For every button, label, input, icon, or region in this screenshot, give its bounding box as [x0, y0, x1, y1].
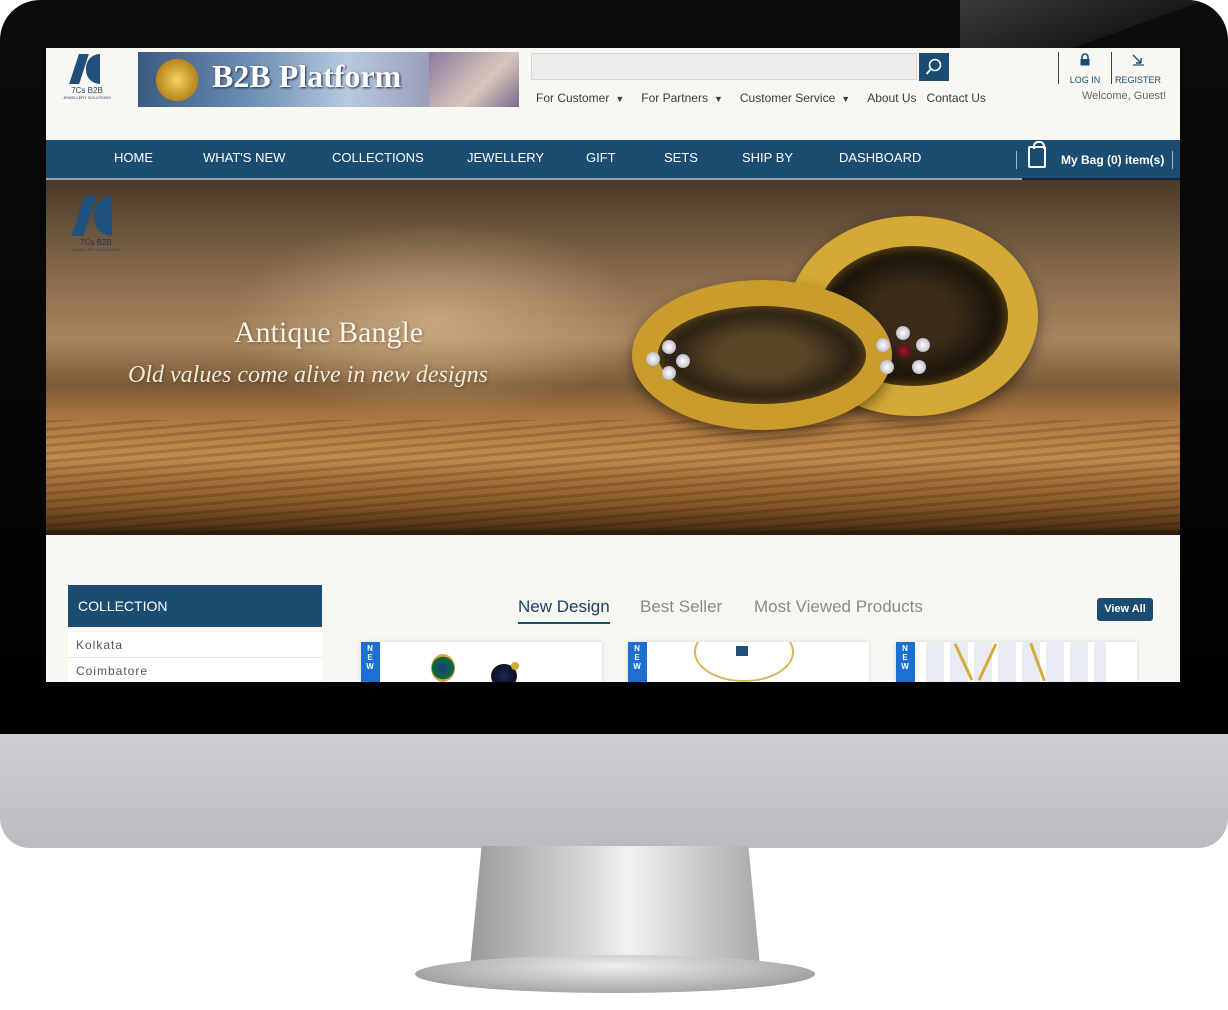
bezel-reflection	[960, 0, 1228, 50]
ring-hand-image	[429, 52, 519, 107]
top-link-for-partners[interactable]: For Partners ▼	[641, 91, 723, 105]
monitor-stand-base	[415, 955, 815, 993]
login-label: LOG IN	[1069, 75, 1101, 85]
bag-divider	[1172, 151, 1173, 169]
watermark-logo-icon	[736, 646, 748, 656]
top-link-contact-us[interactable]: Contact Us	[927, 91, 986, 105]
new-badge-label: NEW	[901, 644, 909, 671]
new-badge: NEW	[628, 642, 647, 682]
top-link-for-customer[interactable]: For Customer ▼	[536, 91, 624, 105]
kundan-stone-icon	[662, 366, 676, 380]
top-link-customer-service[interactable]: Customer Service ▼	[740, 91, 850, 105]
new-badge-label: NEW	[633, 644, 641, 671]
gold-bangle-image	[632, 280, 892, 430]
collection-item-coimbatore[interactable]: Coimbatore	[68, 658, 322, 682]
b2b-platform-banner[interactable]: B2B Platform	[138, 52, 519, 107]
nav-item-whats-new[interactable]: WHAT'S NEW	[203, 150, 285, 165]
dropdown-caret-icon: ▼	[713, 94, 723, 104]
watermark-pattern	[926, 642, 1106, 682]
kundan-stone-icon	[662, 340, 676, 354]
hero-logo-text: 7Cs B2B	[80, 238, 112, 247]
website-screen: 7Cs B2B JEWELLERY SOLUTIONS B2B Platform…	[46, 48, 1180, 682]
top-link-label: For Customer	[536, 91, 610, 105]
collection-heading-label: COLLECTION	[78, 598, 168, 614]
kundan-stone-icon	[916, 338, 930, 352]
top-link-about-us[interactable]: About Us	[867, 91, 916, 105]
logo-text: 7Cs B2B	[71, 86, 103, 95]
register-edit-icon	[1132, 54, 1144, 66]
dropdown-caret-icon: ▼	[615, 94, 625, 104]
lock-icon	[1080, 53, 1090, 66]
hero-slide[interactable]: 7Cs B2B JEWELLERY SOLUTIONS Antique Bang…	[46, 180, 1180, 535]
nav-item-collections[interactable]: COLLECTIONS	[332, 150, 424, 165]
view-all-button[interactable]: View All	[1097, 598, 1153, 621]
top-link-label: For Partners	[641, 91, 708, 105]
new-badge-label: NEW	[366, 644, 374, 671]
product-card[interactable]: NEW	[896, 642, 1137, 682]
kundan-stone-icon	[912, 360, 926, 374]
nav-item-jewellery[interactable]: JEWELLERY	[467, 150, 544, 165]
ruby-stone-icon	[897, 344, 911, 358]
monitor-stand-neck	[470, 846, 760, 966]
bag-label: My Bag (0) item(s)	[1061, 153, 1165, 167]
logo-subtext: JEWELLERY SOLUTIONS	[63, 95, 111, 100]
nav-item-ship-by[interactable]: SHIP BY	[742, 150, 793, 165]
top-link-label: Customer Service	[739, 91, 836, 105]
necklace-pendant-image	[152, 56, 202, 104]
wood-table-image	[46, 420, 1180, 530]
dropdown-caret-icon: ▼	[841, 94, 851, 104]
nav-item-sets[interactable]: SETS	[664, 150, 698, 165]
tab-best-seller[interactable]: Best Seller	[640, 597, 722, 617]
new-badge: NEW	[361, 642, 380, 682]
search-icon	[925, 58, 942, 75]
collection-item-kolkata[interactable]: Kolkata	[68, 632, 322, 658]
bag-divider	[1016, 151, 1017, 169]
shopping-bag-icon	[1028, 141, 1046, 168]
new-badge: NEW	[896, 642, 915, 682]
nav-item-home[interactable]: HOME	[114, 150, 153, 165]
logo-mark-icon	[69, 54, 104, 84]
banner-title: B2B Platform	[212, 58, 402, 94]
kundan-stone-icon	[896, 326, 910, 340]
hero-title: Antique Bangle	[234, 316, 424, 349]
nav-item-gift[interactable]: GIFT	[586, 150, 616, 165]
peacock-earring-image	[431, 654, 455, 682]
product-card[interactable]: NEW	[628, 642, 869, 682]
search-input[interactable]	[531, 53, 917, 80]
register-label: REGISTER	[1114, 75, 1161, 85]
tab-most-viewed-products[interactable]: Most Viewed Products	[754, 597, 923, 617]
search-button[interactable]	[919, 53, 949, 81]
hero-logo-subtext: JEWELLERY SOLUTIONS	[72, 247, 120, 252]
kundan-stone-icon	[646, 352, 660, 366]
hero-subtitle: Old values come alive in new designs	[128, 362, 488, 388]
login-link[interactable]: LOG IN	[1058, 52, 1111, 85]
tab-new-design[interactable]: New Design	[518, 597, 610, 624]
monitor-chin	[0, 734, 1228, 848]
hero-logo: 7Cs B2B JEWELLERY SOLUTIONS	[68, 196, 124, 266]
collection-item-label: Kolkata	[76, 638, 124, 652]
product-card[interactable]: NEW	[361, 642, 602, 682]
kundan-stone-icon	[676, 354, 690, 368]
kundan-stone-icon	[876, 338, 890, 352]
nav-item-dashboard[interactable]: DASHBOARD	[839, 150, 921, 165]
collection-item-label: Coimbatore	[76, 664, 149, 678]
top-links: For Customer ▼ For Partners ▼ Customer Ser…	[536, 91, 1003, 105]
earring-stud-image	[511, 662, 519, 670]
logo-mark-icon	[71, 196, 118, 236]
welcome-message: Welcome, Guest!	[1082, 90, 1167, 102]
site-logo[interactable]: 7Cs B2B JEWELLERY SOLUTIONS	[60, 54, 114, 106]
kundan-stone-icon	[880, 360, 894, 374]
register-link[interactable]: REGISTER	[1111, 52, 1164, 85]
main-navigation: HOME WHAT'S NEW COLLECTIONS JEWELLERY GI…	[46, 140, 1180, 178]
collection-heading: COLLECTION	[68, 585, 322, 627]
